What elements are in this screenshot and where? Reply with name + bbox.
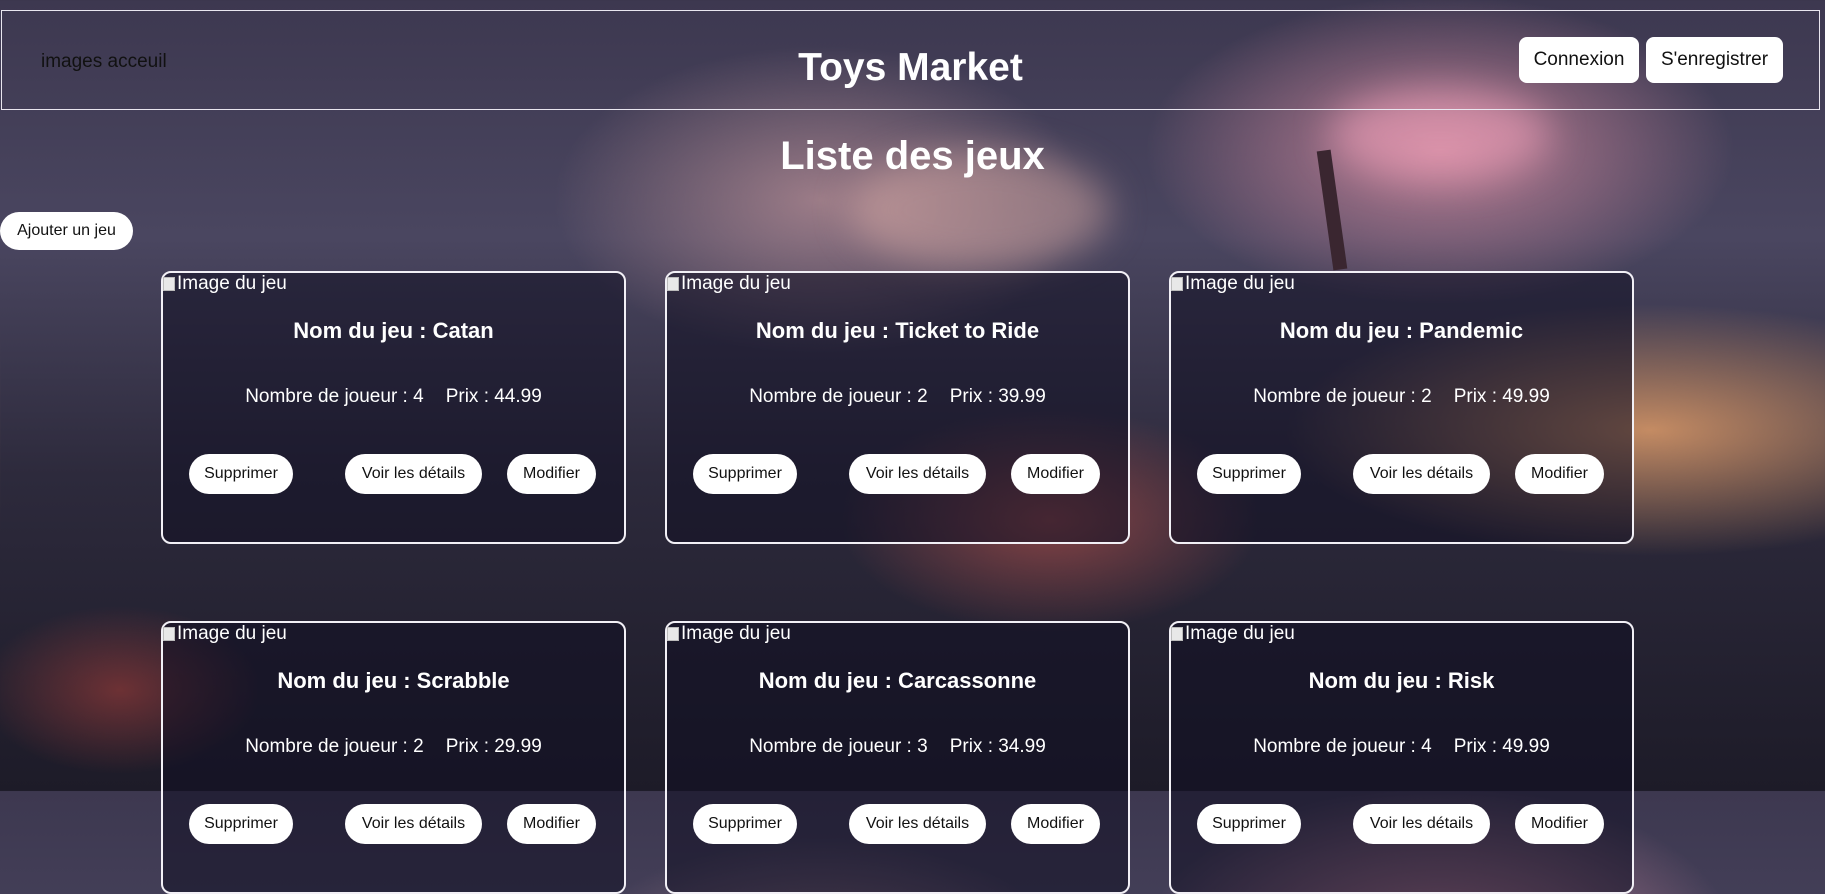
edit-button[interactable]: Modifier xyxy=(1011,804,1100,844)
game-image-alt: Image du jeu xyxy=(681,623,791,644)
site-header: images acceuil Toys Market Connexion S'e… xyxy=(1,10,1820,110)
game-players: Nombre de joueur : 4 xyxy=(1253,736,1432,757)
game-info: Nombre de joueur : 2 Prix : 29.99 xyxy=(163,736,624,758)
game-card: Image du jeu Nom du jeu : Catan Nombre d… xyxy=(161,271,626,544)
game-name: Nom du jeu : Ticket to Ride xyxy=(755,318,1040,343)
broken-image-icon xyxy=(667,277,679,291)
delete-button[interactable]: Supprimer xyxy=(693,804,797,844)
game-image: Image du jeu xyxy=(163,273,287,295)
game-price: Prix : 39.99 xyxy=(949,386,1046,407)
game-image: Image du jeu xyxy=(1171,623,1295,645)
page-title: Liste des jeux xyxy=(780,134,1045,178)
game-card: Image du jeu Nom du jeu : Carcassonne No… xyxy=(665,621,1130,894)
game-players: Nombre de joueur : 3 xyxy=(749,736,928,757)
details-button[interactable]: Voir les détails xyxy=(1353,454,1490,494)
broken-image-icon xyxy=(667,627,679,641)
game-image-alt: Image du jeu xyxy=(177,623,287,644)
game-image-alt: Image du jeu xyxy=(1185,623,1295,644)
edit-button[interactable]: Modifier xyxy=(1515,804,1604,844)
edit-button[interactable]: Modifier xyxy=(507,454,596,494)
game-name: Nom du jeu : Catan xyxy=(293,318,494,343)
game-info: Nombre de joueur : 4 Prix : 49.99 xyxy=(1171,736,1632,758)
login-button[interactable]: Connexion xyxy=(1519,37,1639,83)
delete-button[interactable]: Supprimer xyxy=(189,454,293,494)
delete-button[interactable]: Supprimer xyxy=(1197,454,1301,494)
game-price: Prix : 34.99 xyxy=(949,736,1046,757)
details-button[interactable]: Voir les détails xyxy=(849,804,986,844)
game-price: Prix : 44.99 xyxy=(445,386,542,407)
game-name: Nom du jeu : Risk xyxy=(1308,668,1495,693)
game-image-alt: Image du jeu xyxy=(681,273,791,294)
game-image: Image du jeu xyxy=(1171,273,1295,295)
game-image: Image du jeu xyxy=(667,623,791,645)
game-players: Nombre de joueur : 2 xyxy=(749,386,928,407)
game-name: Nom du jeu : Pandemic xyxy=(1279,318,1524,343)
game-info: Nombre de joueur : 2 Prix : 39.99 xyxy=(667,386,1128,408)
edit-button[interactable]: Modifier xyxy=(1011,454,1100,494)
game-players: Nombre de joueur : 4 xyxy=(245,386,424,407)
game-image: Image du jeu xyxy=(163,623,287,645)
game-price: Prix : 49.99 xyxy=(1453,386,1550,407)
game-price: Prix : 49.99 xyxy=(1453,736,1550,757)
details-button[interactable]: Voir les détails xyxy=(345,804,482,844)
game-name: Nom du jeu : Scrabble xyxy=(277,668,510,693)
edit-button[interactable]: Modifier xyxy=(1515,454,1604,494)
delete-button[interactable]: Supprimer xyxy=(1197,804,1301,844)
game-info: Nombre de joueur : 2 Prix : 49.99 xyxy=(1171,386,1632,408)
game-card: Image du jeu Nom du jeu : Scrabble Nombr… xyxy=(161,621,626,894)
game-card: Image du jeu Nom du jeu : Risk Nombre de… xyxy=(1169,621,1634,894)
delete-button[interactable]: Supprimer xyxy=(189,804,293,844)
game-name: Nom du jeu : Carcassonne xyxy=(758,668,1037,693)
broken-image-icon xyxy=(163,277,175,291)
game-image: Image du jeu xyxy=(667,273,791,295)
game-card: Image du jeu Nom du jeu : Ticket to Ride… xyxy=(665,271,1130,544)
game-price: Prix : 29.99 xyxy=(445,736,542,757)
game-image-alt: Image du jeu xyxy=(177,273,287,294)
game-info: Nombre de joueur : 4 Prix : 44.99 xyxy=(163,386,624,408)
details-button[interactable]: Voir les détails xyxy=(849,454,986,494)
game-image-alt: Image du jeu xyxy=(1185,273,1295,294)
game-players: Nombre de joueur : 2 xyxy=(245,736,424,757)
register-button[interactable]: S'enregistrer xyxy=(1646,37,1783,83)
details-button[interactable]: Voir les détails xyxy=(345,454,482,494)
broken-image-icon xyxy=(1171,277,1183,291)
details-button[interactable]: Voir les détails xyxy=(1353,804,1490,844)
edit-button[interactable]: Modifier xyxy=(507,804,596,844)
broken-image-icon xyxy=(163,627,175,641)
add-game-button[interactable]: Ajouter un jeu xyxy=(0,212,133,250)
delete-button[interactable]: Supprimer xyxy=(693,454,797,494)
game-players: Nombre de joueur : 2 xyxy=(1253,386,1432,407)
game-info: Nombre de joueur : 3 Prix : 34.99 xyxy=(667,736,1128,758)
broken-image-icon xyxy=(1171,627,1183,641)
game-card: Image du jeu Nom du jeu : Pandemic Nombr… xyxy=(1169,271,1634,544)
